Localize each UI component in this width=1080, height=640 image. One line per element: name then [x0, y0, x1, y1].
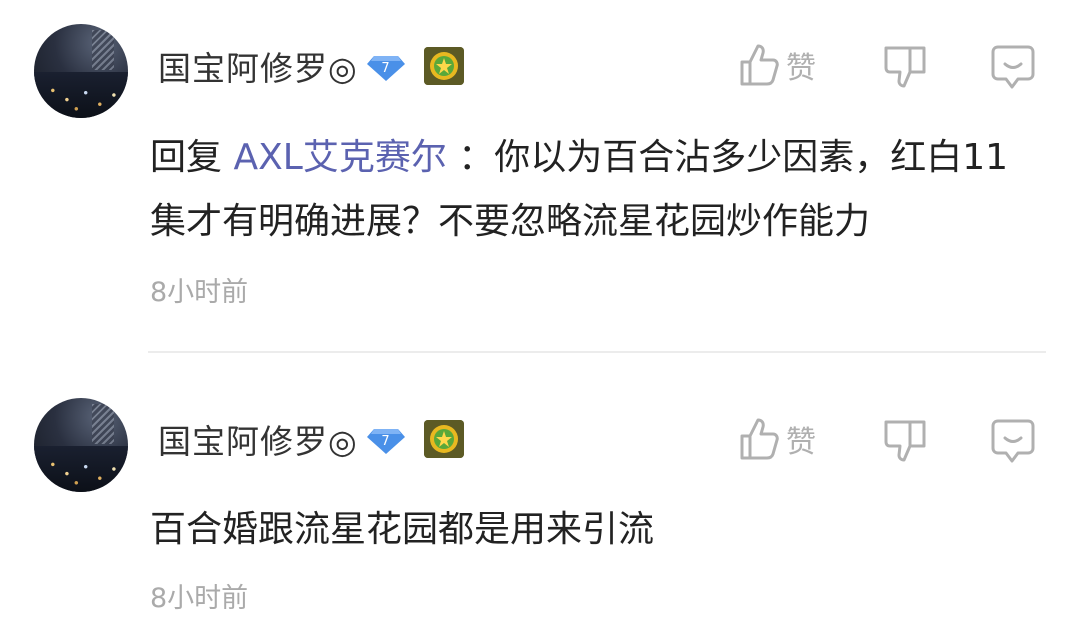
reply-prefix: 回复 [150, 137, 223, 178]
like-button[interactable]: 赞 [738, 42, 816, 88]
username[interactable]: 国宝阿修罗◎ [158, 42, 358, 90]
thumbs-down-icon [884, 420, 926, 462]
comment-author[interactable]: 国宝阿修罗◎ 7 [158, 415, 464, 463]
dislike-button[interactable] [882, 418, 928, 466]
avatar[interactable] [34, 24, 128, 118]
comment-reply-icon [991, 45, 1035, 89]
comment-text-line: 百合婚跟流星花园都是用来引流 [150, 509, 655, 550]
reply-button[interactable] [990, 418, 1036, 464]
comment-time: 8小时前 [150, 277, 249, 308]
thumbs-up-icon [740, 418, 779, 460]
avatar[interactable] [34, 398, 128, 492]
thumbs-down-icon [884, 46, 926, 88]
vip-diamond-icon: 7 [366, 50, 406, 82]
divider [148, 351, 1046, 353]
thumbs-up-icon [740, 44, 779, 86]
reply-to-user-link[interactable]: AXL艾克赛尔 [233, 137, 446, 178]
comment-author[interactable]: 国宝阿修罗◎ 7 [158, 42, 464, 90]
vip-diamond-icon: 7 [366, 423, 406, 455]
comment-reply-icon [991, 419, 1035, 463]
medal-badge-icon [423, 47, 464, 85]
dislike-button[interactable] [882, 44, 928, 92]
medal-badge-icon [423, 420, 464, 458]
like-label: 赞 [786, 51, 816, 86]
reply-button[interactable] [990, 44, 1036, 90]
comment-body: 回复 AXL艾克赛尔 ：你以为百合沾多少因素，红白11 集才有明确进展？不要忽略… [150, 126, 1030, 254]
username[interactable]: 国宝阿修罗◎ [158, 415, 358, 463]
svg-text:7: 7 [381, 434, 390, 449]
comment-text-line: 集才有明确进展？不要忽略流星花园炒作能力 [150, 201, 871, 242]
like-label: 赞 [786, 425, 816, 460]
svg-text:7: 7 [381, 61, 390, 76]
comment-text-line: ：你以为百合沾多少因素，红白11 [458, 137, 1009, 178]
comment-time: 8小时前 [150, 583, 249, 614]
like-button[interactable]: 赞 [738, 416, 816, 462]
comment-body: 百合婚跟流星花园都是用来引流 [150, 498, 1030, 562]
